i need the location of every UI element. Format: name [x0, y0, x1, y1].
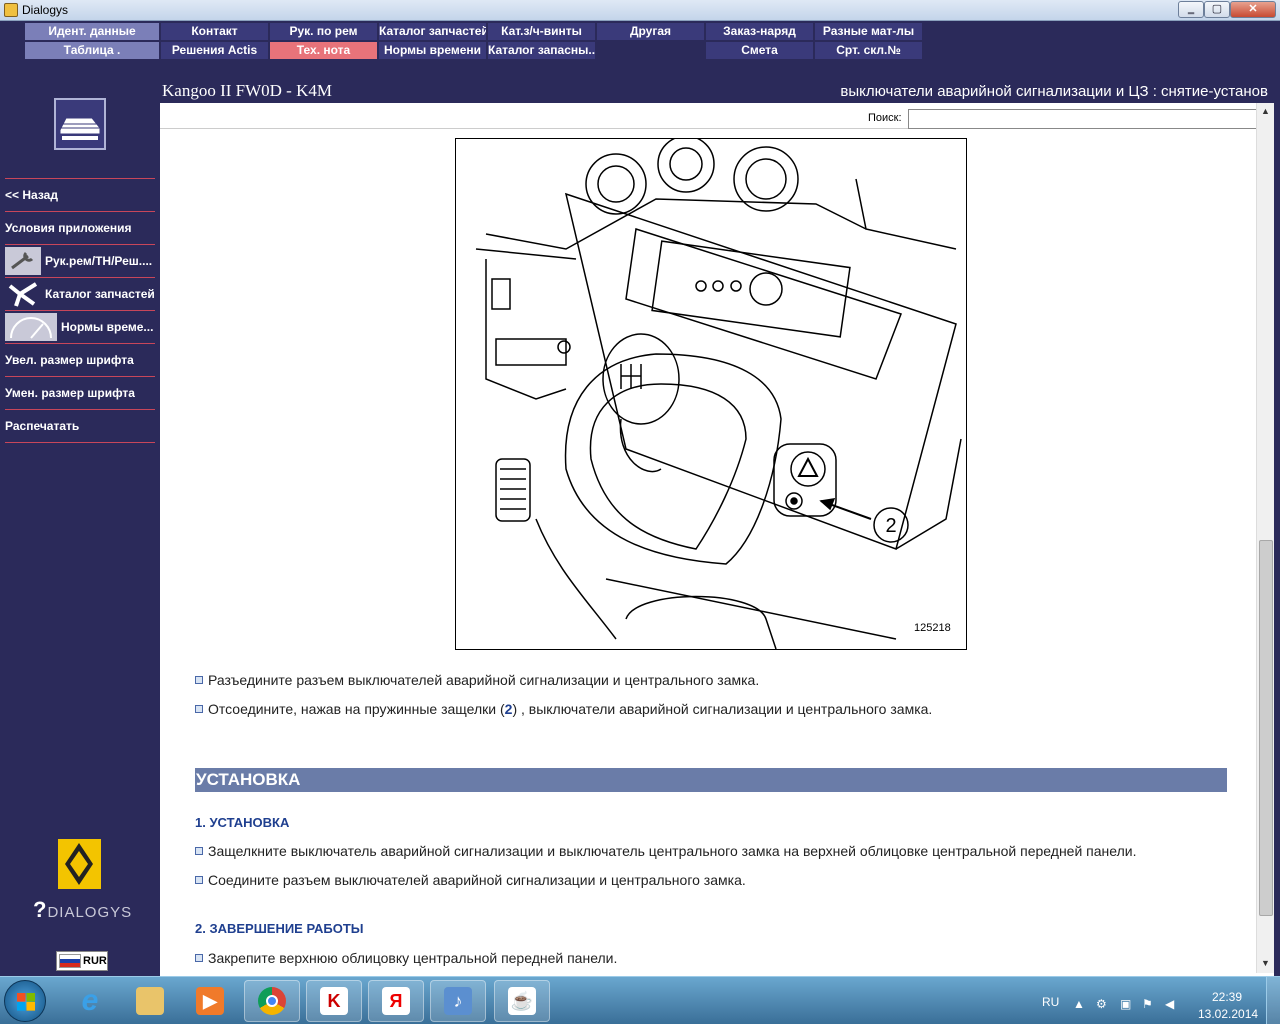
currency-badge[interactable]: RUR — [56, 951, 108, 971]
sidebar-item-labor-times[interactable]: Нормы време... — [5, 310, 155, 343]
finish-step-1: Закрепите верхнюю облицовку центральной … — [195, 950, 617, 966]
search-label: Поиск: — [868, 112, 902, 124]
currency-code: RUR — [83, 955, 107, 967]
audio-app-icon[interactable]: ♪ — [430, 980, 486, 1022]
window-title: Dialogys — [22, 3, 69, 17]
chrome-icon[interactable] — [244, 980, 300, 1022]
app-icon — [4, 3, 18, 17]
document-title: выключатели аварийной сигнализации и ЦЗ … — [840, 83, 1268, 100]
section-heading: УСТАНОВКА — [195, 768, 1227, 792]
gauge-icon — [5, 313, 57, 341]
menu-repair-manual[interactable]: Рук. по рем — [270, 23, 378, 40]
search-row: Поиск: — [160, 105, 1274, 129]
car-logo — [54, 98, 106, 150]
technical-illustration: 2 125218 — [455, 138, 967, 650]
menu-tech-note[interactable]: Тех. нота — [270, 42, 378, 59]
close-button[interactable]: ✕ — [1230, 1, 1276, 18]
sidebar-item-increase-font[interactable]: Увел. размер шрифта — [5, 343, 155, 376]
scroll-down-icon[interactable]: ▼ — [1257, 955, 1274, 972]
renault-logo — [58, 839, 101, 889]
figure-number: 125218 — [914, 622, 951, 634]
yandex-browser-icon[interactable]: Я — [368, 980, 424, 1022]
sidebar-item-label: << Назад — [5, 188, 58, 202]
volume-icon[interactable]: ◀ — [1165, 997, 1174, 1011]
menu-work-order[interactable]: Заказ-наряд — [706, 23, 814, 40]
kaspersky-icon[interactable]: K — [306, 980, 362, 1022]
media-player-icon[interactable]: ▶ — [182, 980, 238, 1022]
menu-table[interactable]: Таблица . — [25, 42, 160, 59]
install-step-2: Соедините разъем выключателей аварийной … — [195, 872, 746, 888]
subsection-heading-finish: 2. ЗАВЕРШЕНИЕ РАБОТЫ — [195, 921, 364, 936]
sidebar-item-label: Умен. размер шрифта — [5, 386, 135, 400]
bullet-icon — [195, 876, 203, 884]
sidebar-item-label: Распечатать — [5, 419, 80, 433]
removal-step-1: Разъедините разъем выключателей аварийно… — [195, 672, 759, 688]
steam-icon[interactable]: ⚙ — [1096, 997, 1107, 1011]
menu-parts-screws[interactable]: Кат.з/ч-винты — [488, 23, 596, 40]
taskbar: e ▶ K Я ♪ ☕ RU ▲ ⚙ ▣ ⚑ ◀ 22:39 13.02.201… — [0, 976, 1280, 1024]
sidebar-item-label: Условия приложения — [5, 221, 132, 235]
sidebar-item-label: Нормы време... — [61, 320, 154, 334]
scroll-thumb[interactable] — [1259, 540, 1273, 916]
dashboard-diagram: 2 125218 — [475, 139, 962, 649]
language-indicator[interactable]: RU — [1042, 995, 1059, 1009]
parts-icon — [5, 280, 41, 308]
bullet-icon — [195, 847, 203, 855]
search-input[interactable] — [908, 109, 1266, 129]
sidebar-item-label: Каталог запчастей — [45, 287, 155, 301]
sidebar-item-app-conditions[interactable]: Условия приложения — [5, 211, 155, 244]
menu-labor-times[interactable]: Нормы времени — [379, 42, 487, 59]
dialogys-logo: ?DIALOGYS — [33, 897, 133, 922]
subsection-heading-install: 1. УСТАНОВКА — [195, 815, 290, 830]
network-icon[interactable]: ▣ — [1120, 997, 1131, 1011]
bullet-icon — [195, 705, 203, 713]
window-titlebar: Dialogys ‗ ▢ ✕ — [0, 0, 1280, 21]
sidebar-item-back[interactable]: << Назад — [5, 178, 155, 211]
document-header: Kangoo II FW0D - K4M выключатели аварийн… — [160, 81, 1280, 103]
menu-estimate[interactable]: Смета — [706, 42, 814, 59]
sidebar: << Назад Условия приложения Рук.рем/ТН/Р… — [0, 81, 160, 976]
menu-other[interactable]: Другая — [597, 23, 705, 40]
sidebar-item-decrease-font[interactable]: Умен. размер шрифта — [5, 376, 155, 409]
install-step-1: Защелкните выключатель аварийной сигнали… — [195, 843, 1136, 859]
scroll-up-icon[interactable]: ▲ — [1257, 103, 1274, 120]
bullet-icon — [195, 954, 203, 962]
sidebar-item-repair-manual[interactable]: Рук.рем/ТН/Реш.... — [5, 244, 155, 277]
callout-label: 2 — [885, 515, 896, 537]
question-mark-icon: ? — [33, 897, 48, 922]
start-button[interactable] — [4, 980, 46, 1022]
java-app-icon[interactable]: ☕ — [494, 980, 550, 1022]
file-explorer-icon[interactable] — [122, 980, 178, 1022]
show-desktop-button[interactable] — [1266, 977, 1280, 1024]
maximize-button[interactable]: ▢ — [1204, 1, 1230, 18]
russia-flag-icon — [59, 954, 81, 968]
sidebar-item-label: Увел. размер шрифта — [5, 353, 134, 367]
menu-spare-parts-catalog[interactable]: Каталог запасны... — [488, 42, 596, 59]
sidebar-divider — [5, 442, 155, 443]
minimize-button[interactable]: ‗ — [1178, 1, 1204, 18]
sidebar-item-parts-catalog[interactable]: Каталог запчастей — [5, 277, 155, 310]
top-menu: Идент. данные Контакт Рук. по рем Катало… — [0, 21, 1280, 81]
sidebar-item-print[interactable]: Распечатать — [5, 409, 155, 442]
menu-warehouse-no[interactable]: Срт. скл.№ — [815, 42, 923, 59]
vertical-scrollbar[interactable]: ▲ ▼ — [1256, 103, 1274, 973]
bullet-icon — [195, 676, 203, 684]
tray-expand-icon[interactable]: ▲ — [1073, 997, 1085, 1011]
internet-explorer-icon[interactable]: e — [62, 980, 118, 1022]
menu-ident-data[interactable]: Идент. данные — [25, 23, 160, 40]
menu-actis-solutions[interactable]: Решения Actis — [161, 42, 269, 59]
menu-contact[interactable]: Контакт — [161, 23, 269, 40]
clock-date[interactable]: 13.02.2014 — [1198, 1007, 1258, 1021]
removal-step-2: Отсоедините, нажав на пружинные защелки … — [195, 701, 932, 717]
windows-logo-icon — [17, 993, 35, 1011]
sidebar-item-label: Рук.рем/ТН/Реш.... — [45, 254, 153, 268]
wrench-icon — [5, 247, 41, 275]
vehicle-model-title: Kangoo II FW0D - K4M — [162, 81, 332, 100]
menu-misc-materials[interactable]: Разные мат-лы — [815, 23, 923, 40]
document-content: Поиск: 2 125218 Разъедините разъем выклю… — [160, 103, 1274, 976]
clock-time[interactable]: 22:39 — [1212, 990, 1242, 1004]
menu-parts-catalog[interactable]: Каталог запчастей — [379, 23, 487, 40]
action-center-flag-icon[interactable]: ⚑ — [1142, 997, 1153, 1011]
